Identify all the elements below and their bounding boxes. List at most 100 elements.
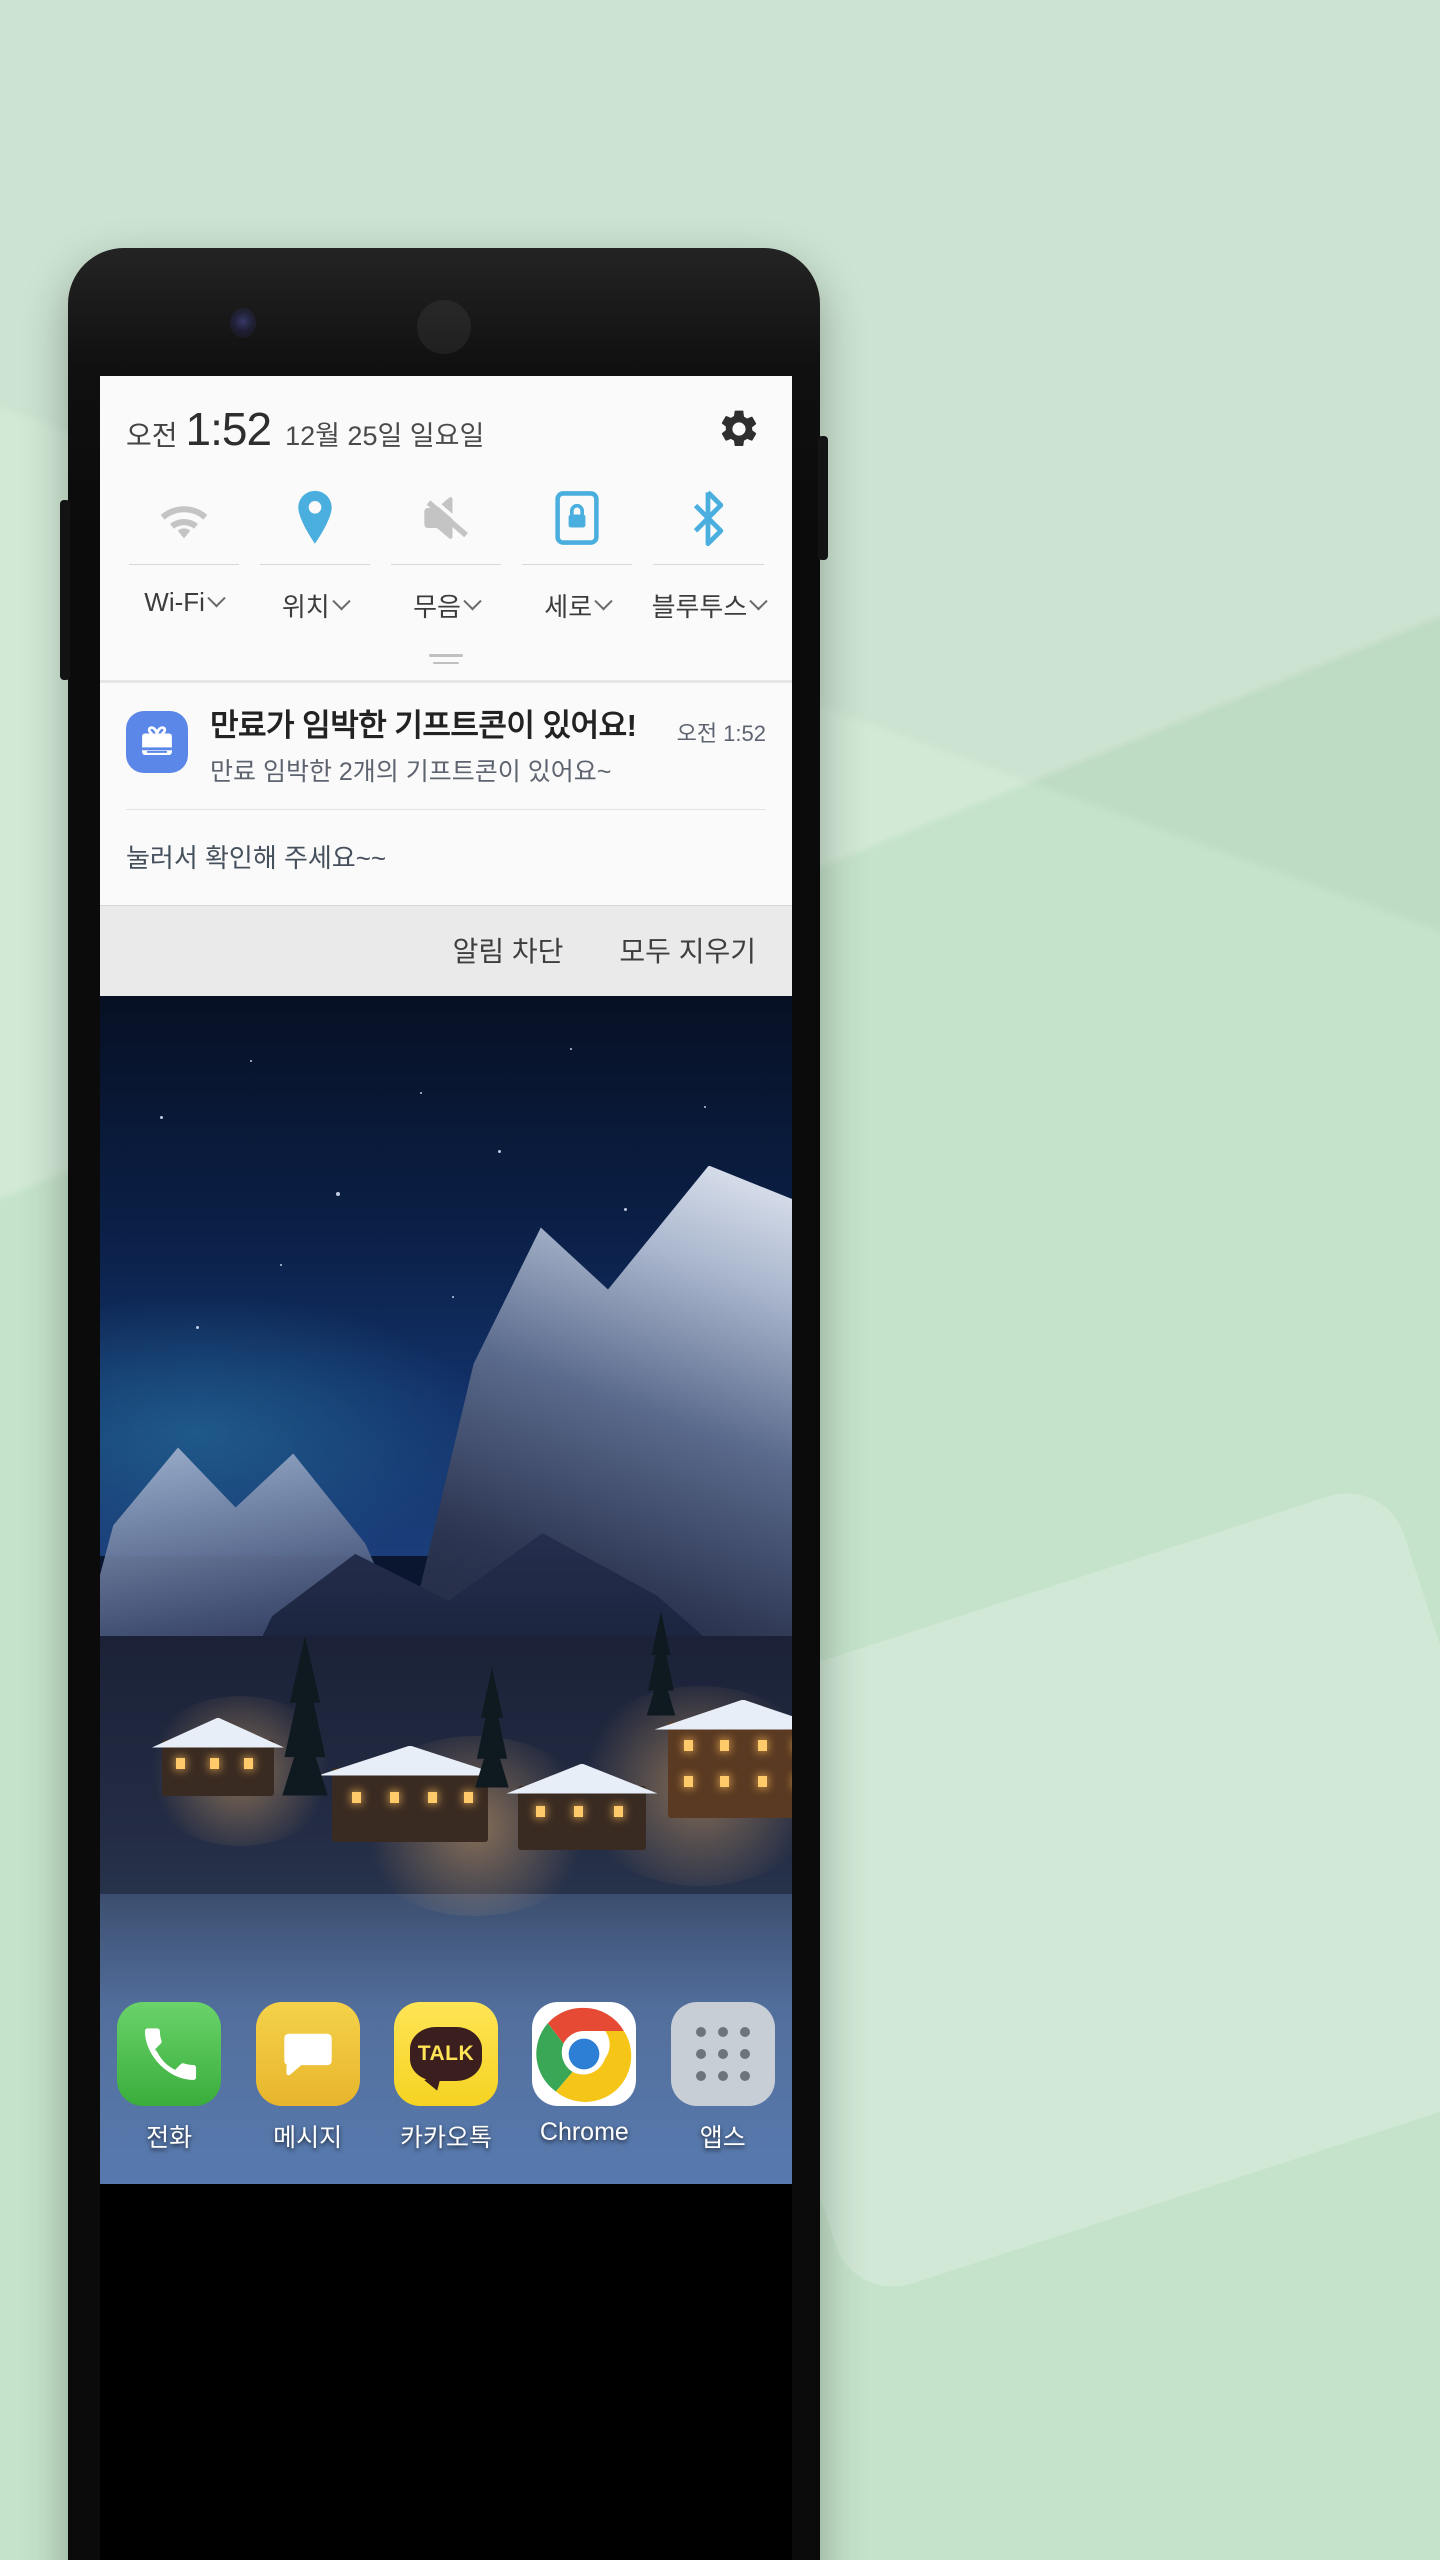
home-dock: 전화 메시지 TALK 카카오톡 Chrome 앱스 [100,1988,792,2184]
qs-tile-sound[interactable]: 무음 [380,474,511,644]
star [570,1047,572,1050]
dock-label: 메시지 [273,2123,343,2152]
home-screen-wallpaper[interactable]: 전화 메시지 TALK 카카오톡 Chrome 앱스 [100,995,792,2184]
dot [739,2026,750,2037]
dot [739,2070,750,2081]
clock-date: 12월 25일 일요일 [285,421,485,451]
app-drawer-icon[interactable] [670,2001,775,2106]
shade-action-bar: 알림 차단 모두 지우기 [100,904,792,996]
dock-app-chrome[interactable]: Chrome [522,2001,646,2147]
dot [717,2048,728,2059]
chalet-window [352,1791,361,1803]
volume-mute-icon[interactable] [416,474,476,562]
chevron-down-icon[interactable] [594,592,613,611]
qs-tile-label-bluetooth[interactable]: 블루투스 [651,565,768,644]
star [420,1091,422,1094]
notification-top-row: 만료가 임박한 기프트콘이 있어요! 오전 1:52 [210,707,766,748]
rotation-lock-icon[interactable] [553,474,601,562]
volume-button[interactable] [60,500,70,680]
star [250,1059,252,1062]
dot [695,2048,706,2059]
star [196,1325,199,1329]
star [336,1191,340,1196]
chalet-window [574,1805,583,1817]
dock-app-apps[interactable]: 앱스 [661,2001,785,2154]
dot [695,2070,706,2081]
chalet-window [614,1805,623,1817]
front-camera [230,308,256,338]
notification-body: 만료가 임박한 기프트콘이 있어요! 오전 1:52 만료 임박한 2개의 기프… [210,707,766,789]
phone-device: 오전 1:52 12월 25일 일요일 Wi-Fi 위치 무음 세로 블루투스 … [60,248,828,2560]
chalet-window [684,1775,693,1787]
chalet [151,1717,285,1796]
chrome-icon[interactable] [532,2001,637,2106]
qs-tile-location[interactable]: 위치 [249,474,380,644]
dock-label: 전화 [146,2123,193,2152]
dot [717,2070,728,2081]
message-bubble-icon[interactable] [255,2001,360,2106]
phone-icon[interactable] [117,2001,222,2106]
notification-item[interactable]: 만료가 임박한 기프트콘이 있어요! 오전 1:52 만료 임박한 2개의 기프… [100,683,792,809]
dock-app-kakaotalk[interactable]: TALK 카카오톡 [384,2001,508,2154]
qs-label-text: 블루투스 [651,592,748,622]
kakaotalk-badge-text: TALK [417,2041,475,2065]
power-button[interactable] [818,436,828,560]
dock-label: 앱스 [699,2123,746,2152]
notification-time: 오전 1:52 [676,721,766,746]
qs-label-text: 위치 [281,592,330,622]
qs-tile-rotation[interactable]: 세로 [512,474,643,644]
chalet [654,1699,792,1818]
qs-tile-label-wifi[interactable]: Wi-Fi [144,565,226,638]
notification-title: 만료가 임박한 기프트콘이 있어요! [210,708,637,743]
dot [739,2048,750,2059]
chalet-window [210,1757,219,1769]
star [160,1115,163,1119]
bluetooth-icon[interactable] [687,474,729,562]
wifi-icon[interactable] [154,474,214,562]
star [704,1105,706,1108]
chalet [317,1745,503,1842]
notification-subtitle: 만료 임박한 2개의 기프트콘이 있어요~ [210,758,612,786]
dock-label: 카카오톡 [399,2123,492,2152]
block-notifications-button[interactable]: 알림 차단 [453,930,564,970]
gear-icon[interactable] [712,402,766,456]
qs-tile-label-sound[interactable]: 무음 [413,565,482,644]
clear-all-button[interactable]: 모두 지우기 [619,930,756,970]
chevron-down-icon[interactable] [207,589,226,608]
status-clock: 오전 1:52 12월 25일 일요일 [126,402,712,456]
kakaotalk-icon[interactable]: TALK [393,2001,498,2106]
qs-tile-wifi[interactable]: Wi-Fi [118,474,249,644]
clock-ampm: 오전 [126,420,178,451]
qs-label-text: 무음 [413,592,461,622]
chalet-window [244,1757,253,1769]
notification-shade: 오전 1:52 12월 25일 일요일 Wi-Fi 위치 무음 세로 블루투스 … [100,376,792,996]
location-pin-icon[interactable] [293,474,337,562]
qs-tile-bluetooth[interactable]: 블루투스 [643,474,774,644]
dock-app-phone[interactable]: 전화 [107,2001,231,2154]
qs-tile-label-rotation[interactable]: 세로 [544,565,613,644]
chalet-window [176,1757,185,1769]
handle-bar [429,654,463,657]
dot [717,2026,728,2037]
notification-extra-text[interactable]: 눌러서 확인해 주세요~~ [100,809,792,905]
chalet-window [684,1739,693,1751]
chalet-window [758,1775,767,1787]
star [452,1295,454,1298]
dock-label: Chrome [539,2117,629,2146]
expand-handle[interactable] [100,644,792,680]
chevron-down-icon[interactable] [749,592,768,611]
phone-screen: 오전 1:52 12월 25일 일요일 Wi-Fi 위치 무음 세로 블루투스 … [100,376,792,2560]
gift-card-icon [126,711,188,773]
kakaotalk-bubble: TALK [409,2026,482,2081]
shade-header: 오전 1:52 12월 25일 일요일 [100,376,792,460]
qs-tile-label-location[interactable]: 위치 [281,565,351,644]
chalet-window [758,1739,767,1751]
dock-app-messages[interactable]: 메시지 [246,2001,370,2154]
star [624,1207,627,1211]
chalet-window [536,1805,545,1817]
earpiece-speaker [417,300,471,354]
chevron-down-icon[interactable] [332,592,351,611]
chevron-down-icon[interactable] [463,592,482,611]
star [280,1263,282,1266]
qs-label-text: 세로 [544,592,593,622]
